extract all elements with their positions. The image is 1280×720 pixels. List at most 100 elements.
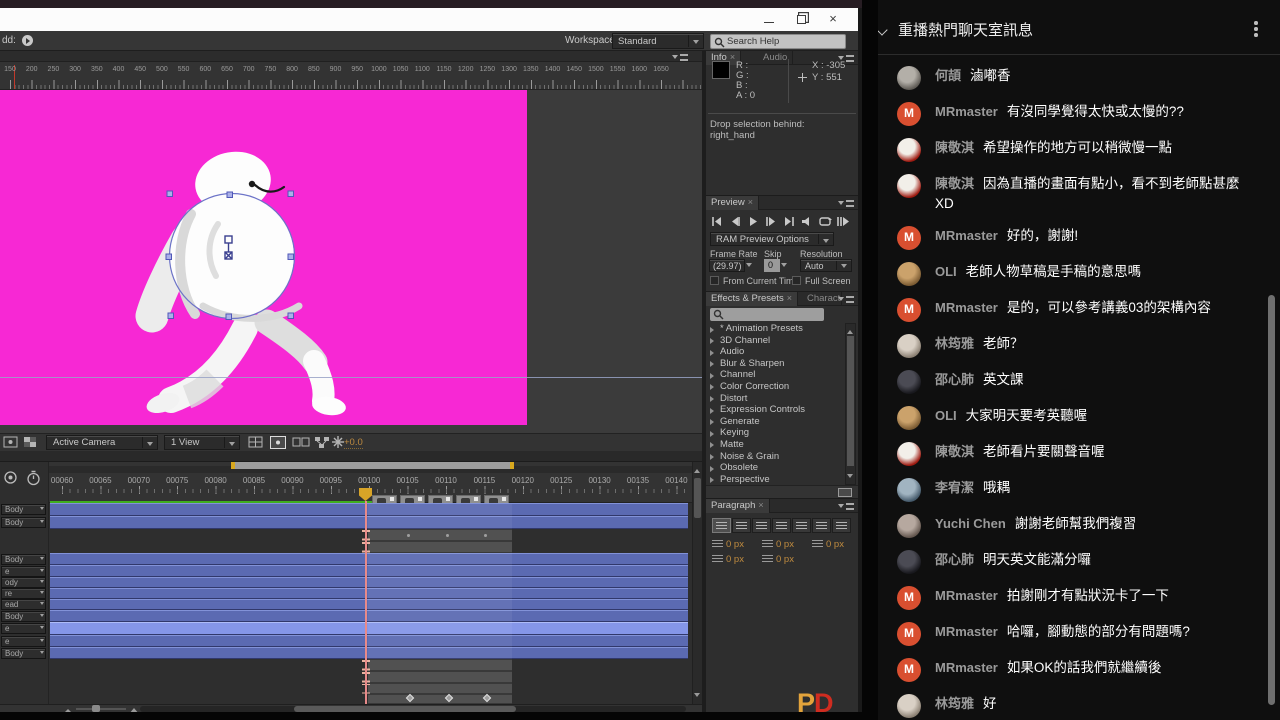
parent-select[interactable]: e [1, 635, 46, 647]
avatar[interactable] [897, 334, 921, 358]
scrollbar-thumb[interactable] [694, 478, 701, 518]
effects-category-row[interactable]: Matte [706, 439, 844, 451]
avatar[interactable] [897, 370, 921, 394]
panel-menu-icon[interactable] [838, 199, 854, 208]
effects-category-row[interactable]: Keying [706, 427, 844, 439]
baymax-character[interactable] [95, 140, 425, 430]
zoom-in-icon[interactable] [129, 703, 139, 712]
timeline-zoom-slider[interactable] [76, 708, 126, 710]
chat-message-list[interactable]: 何頡 滷嘟香 M MRmaster 有沒同學覺得太快或太慢的?? 陳敬淇 希望操作的地方可以… [878, 56, 1280, 720]
minimize-button[interactable] [756, 11, 782, 28]
justify-last-center-button[interactable] [792, 518, 811, 533]
full-screen-checkbox[interactable] [792, 276, 801, 285]
go-to-end-button[interactable] [782, 215, 798, 228]
avatar[interactable]: M [897, 586, 921, 610]
tab-character[interactable]: Characte [802, 292, 842, 306]
frame-back-button[interactable] [728, 215, 744, 228]
exposure-value[interactable]: +0.0 [344, 437, 363, 449]
effects-scrollbar[interactable] [845, 323, 856, 485]
effects-category-row[interactable]: Expression Controls [706, 404, 844, 416]
grid-guides-icon[interactable] [248, 436, 264, 449]
chat-mode-select[interactable]: 重播熱門聊天室訊息 [898, 19, 1033, 40]
tab-paragraph[interactable]: Paragraph × [706, 499, 770, 513]
guide-line[interactable] [0, 377, 702, 378]
always-preview-icon[interactable] [3, 436, 19, 449]
workspace-select[interactable]: Standard [612, 33, 704, 49]
frame-rate-caret[interactable] [746, 259, 755, 272]
expand-arrow-icon[interactable] [710, 349, 717, 356]
scroll-down-icon[interactable] [847, 474, 853, 481]
avatar[interactable]: M [897, 102, 921, 126]
ram-preview-button[interactable] [836, 215, 852, 228]
chevron-down-icon[interactable] [878, 26, 887, 35]
fast-previews-icon[interactable] [332, 436, 344, 449]
current-view-icon[interactable] [270, 436, 286, 449]
play-button[interactable] [746, 215, 762, 228]
expand-arrow-icon[interactable] [710, 477, 717, 484]
space-after-field[interactable]: 0 px [762, 554, 794, 565]
timeline-vertical-scrollbar[interactable] [692, 462, 702, 704]
avatar[interactable]: M [897, 658, 921, 682]
expand-arrow-icon[interactable] [710, 454, 717, 461]
go-to-start-button[interactable] [710, 215, 726, 228]
tab-effects-presets[interactable]: Effects & Presets × [706, 292, 798, 306]
chat-scrollbar-thumb[interactable] [1268, 295, 1275, 705]
align-center-button[interactable] [732, 518, 751, 533]
search-help-box[interactable] [710, 34, 846, 49]
expand-arrow-icon[interactable] [710, 465, 717, 472]
expand-arrow-icon[interactable] [710, 419, 717, 426]
panel-menu-icon[interactable] [838, 502, 854, 511]
frame-forward-button[interactable] [764, 215, 780, 228]
window-titlebar[interactable]: × [0, 8, 862, 31]
parent-select[interactable]: Body [1, 610, 46, 622]
avatar[interactable] [897, 138, 921, 162]
parent-select[interactable]: ead [1, 599, 46, 610]
avatar[interactable] [897, 406, 921, 430]
indent-right-field[interactable]: 0 px [812, 539, 844, 550]
avatar[interactable] [897, 478, 921, 502]
effects-category-row[interactable]: * Animation Presets [706, 323, 844, 335]
expand-arrow-icon[interactable] [710, 442, 717, 449]
transparency-grid-icon[interactable] [23, 436, 39, 449]
avatar[interactable] [897, 262, 921, 286]
avatar[interactable]: M [897, 226, 921, 250]
restore-button[interactable] [788, 11, 814, 28]
loop-button[interactable] [818, 215, 834, 228]
avatar[interactable] [897, 442, 921, 466]
timeline-zoom-thumb[interactable] [92, 705, 100, 712]
timeline-horizontal-scrollbar[interactable] [140, 706, 686, 712]
close-button[interactable]: × [820, 11, 846, 28]
audio-toggle-button[interactable] [800, 215, 816, 228]
effects-category-row[interactable]: Generate [706, 416, 844, 428]
skip-caret[interactable] [781, 259, 790, 272]
effects-category-row[interactable]: Perspective [706, 474, 844, 486]
effects-category-row[interactable]: Audio [706, 346, 844, 358]
scroll-up-icon[interactable] [694, 466, 700, 473]
scroll-down-icon[interactable] [694, 693, 700, 700]
camera-view-select[interactable]: Active Camera [46, 435, 158, 450]
parent-select[interactable]: e [1, 623, 46, 634]
scrollbar-thumb[interactable] [294, 706, 516, 712]
expand-arrow-icon[interactable] [710, 430, 717, 437]
effects-category-row[interactable]: Channel [706, 369, 844, 381]
parent-select[interactable]: re [1, 588, 46, 599]
new-panel-icon[interactable] [838, 488, 852, 497]
skip-field[interactable]: 0 [764, 259, 780, 272]
effects-category-row[interactable]: Color Correction [706, 381, 844, 393]
justify-last-left-button[interactable] [772, 518, 791, 533]
expand-arrow-icon[interactable] [710, 407, 717, 414]
effects-category-row[interactable]: Distort [706, 393, 844, 405]
parent-select[interactable]: ody [1, 577, 46, 588]
composition-scroll-strip[interactable] [0, 451, 702, 462]
expand-arrow-icon[interactable] [710, 396, 717, 403]
avatar[interactable] [897, 174, 921, 198]
effects-category-row[interactable]: 3D Channel [706, 335, 844, 347]
composition-viewport[interactable] [0, 90, 702, 433]
from-current-time-checkbox[interactable] [710, 276, 719, 285]
tab-preview[interactable]: Preview × [706, 196, 760, 210]
avatar[interactable]: M [897, 622, 921, 646]
justify-last-right-button[interactable] [812, 518, 831, 533]
expand-arrow-icon[interactable] [710, 384, 717, 391]
resolution-select[interactable]: Auto [800, 259, 852, 272]
chat-menu-icon[interactable] [1254, 21, 1258, 37]
